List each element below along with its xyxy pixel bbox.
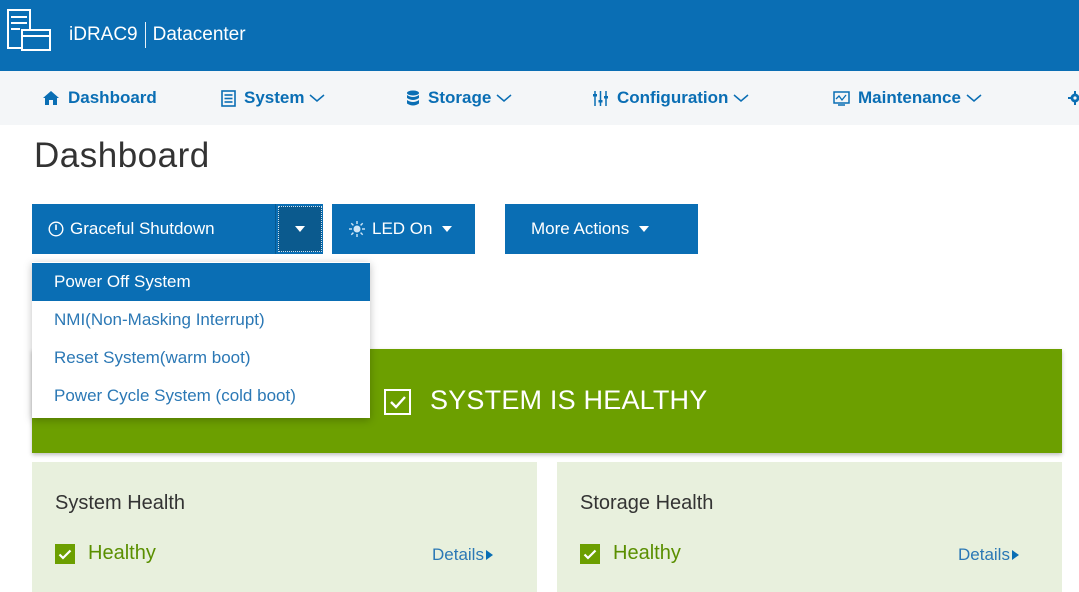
more-actions-button[interactable]: More Actions xyxy=(505,204,698,254)
health-status: Healthy xyxy=(88,542,156,564)
details-link[interactable]: Details xyxy=(432,545,493,565)
nav-overflow[interactable] xyxy=(1068,71,1079,125)
chevron-down-icon xyxy=(966,93,982,103)
system-health-card: System Health Healthy Details xyxy=(32,462,537,592)
more-actions-label: More Actions xyxy=(531,219,630,238)
nav-dashboard[interactable]: Dashboard xyxy=(42,71,157,125)
nav-storage-label: Storage xyxy=(428,88,492,107)
menu-item-power-off[interactable]: Power Off System xyxy=(32,263,370,301)
nav-maintenance-label: Maintenance xyxy=(858,88,961,107)
brand-edition: Datacenter xyxy=(152,24,246,45)
nav-configuration-label: Configuration xyxy=(617,88,729,107)
sun-icon xyxy=(348,220,366,238)
power-icon xyxy=(48,221,64,237)
power-options-menu: Power Off System NMI(Non-Masking Interru… xyxy=(32,262,370,418)
nav-maintenance[interactable]: Maintenance xyxy=(833,71,982,125)
nav-system[interactable]: System xyxy=(221,71,325,125)
top-banner: iDRAC9 Datacenter xyxy=(0,0,1079,71)
checkbox-check-icon xyxy=(384,389,411,415)
main-nav: Dashboard System Storage Configuration M… xyxy=(0,71,1079,125)
graceful-shutdown-button[interactable]: Graceful Shutdown xyxy=(32,204,275,254)
caret-down-icon xyxy=(294,226,305,232)
menu-item-reset-system[interactable]: Reset System(warm boot) xyxy=(32,339,370,377)
health-status: Healthy xyxy=(613,542,681,564)
chevron-down-icon xyxy=(496,93,512,103)
led-on-button[interactable]: LED On xyxy=(332,204,475,254)
card-title: System Health xyxy=(55,492,186,514)
page-title: Dashboard xyxy=(34,136,210,175)
check-icon xyxy=(55,544,75,564)
gear-icon xyxy=(1068,91,1079,105)
home-icon xyxy=(42,90,60,106)
caret-down-icon xyxy=(442,226,453,232)
arrow-right-icon xyxy=(1011,550,1019,560)
server-logo-icon xyxy=(7,9,51,51)
chevron-down-icon xyxy=(733,93,749,103)
nav-dashboard-label: Dashboard xyxy=(68,88,157,107)
caret-down-icon xyxy=(639,226,650,232)
chevron-down-icon xyxy=(309,93,325,103)
power-options-toggle[interactable] xyxy=(275,204,323,254)
database-icon xyxy=(406,90,420,107)
led-on-label: LED On xyxy=(372,219,433,238)
storage-health-card: Storage Health Healthy Details xyxy=(557,462,1062,592)
graceful-shutdown-label: Graceful Shutdown xyxy=(70,219,215,238)
server-icon xyxy=(221,89,236,107)
nav-storage[interactable]: Storage xyxy=(406,71,512,125)
menu-item-power-cycle[interactable]: Power Cycle System (cold boot) xyxy=(32,377,370,415)
details-label: Details xyxy=(432,545,484,564)
product-brand: iDRAC9 Datacenter xyxy=(69,22,246,48)
nav-system-label: System xyxy=(244,88,305,107)
card-title: Storage Health xyxy=(580,492,714,514)
health-banner-text: SYSTEM IS HEALTHY xyxy=(430,385,708,415)
arrow-right-icon xyxy=(485,550,493,560)
brand-name: iDRAC9 xyxy=(69,24,138,45)
sliders-icon xyxy=(592,90,609,107)
check-icon xyxy=(580,544,600,564)
details-label: Details xyxy=(958,545,1010,564)
nav-configuration[interactable]: Configuration xyxy=(592,71,749,125)
brand-separator xyxy=(144,22,146,48)
monitor-icon xyxy=(833,90,850,106)
menu-item-nmi[interactable]: NMI(Non-Masking Interrupt) xyxy=(32,301,370,339)
details-link[interactable]: Details xyxy=(958,545,1019,565)
power-options-toggle-focus xyxy=(277,206,322,252)
